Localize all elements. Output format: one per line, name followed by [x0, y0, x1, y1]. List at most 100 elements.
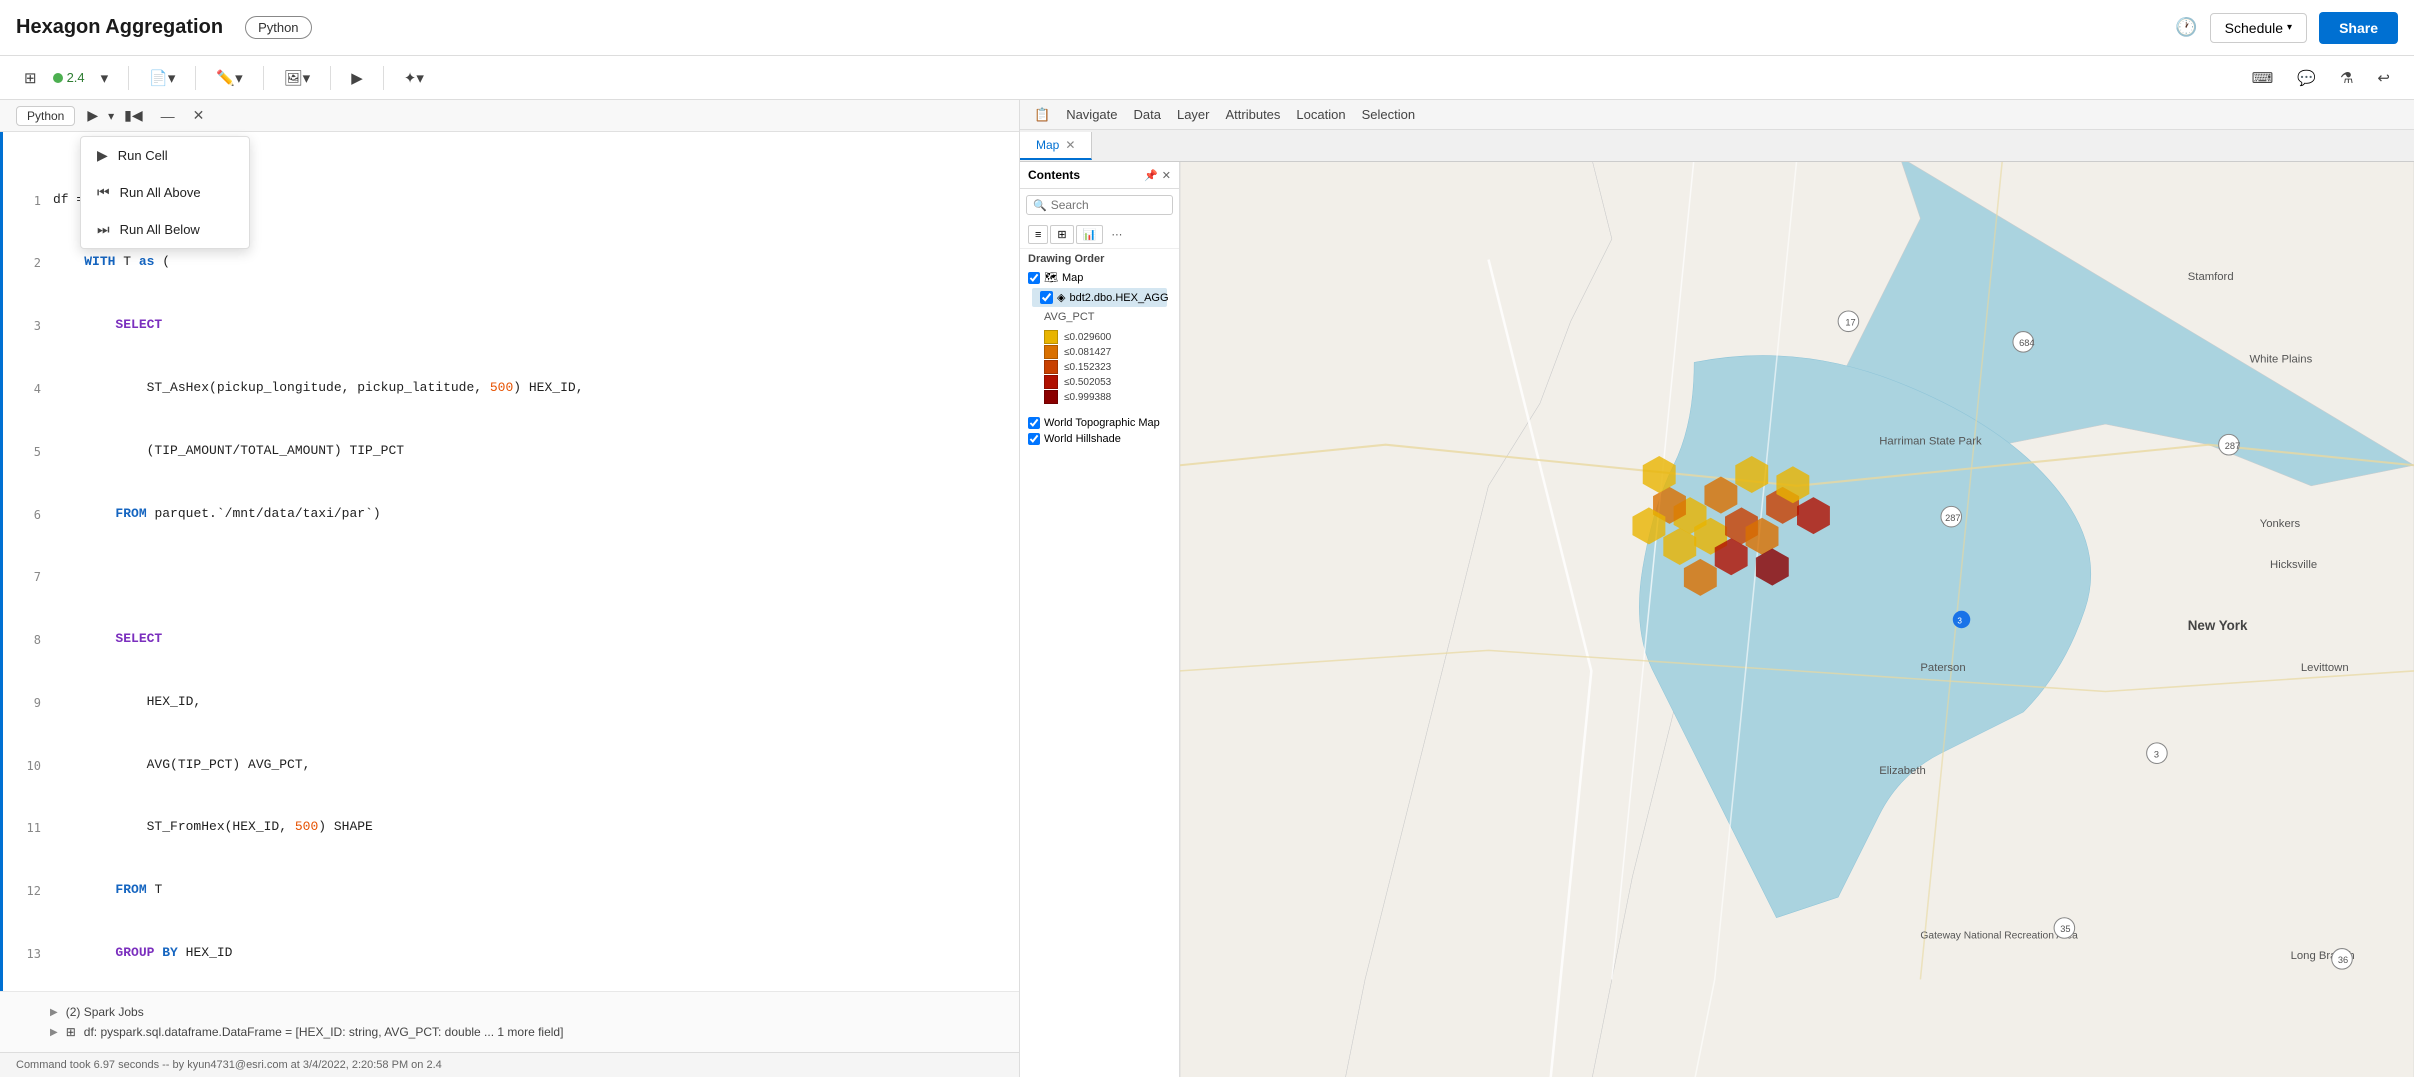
svg-text:287: 287 — [2225, 441, 2240, 451]
world-topo-label: World Topographic Map — [1044, 417, 1160, 429]
world-hillshade-checkbox[interactable] — [1028, 433, 1040, 445]
world-topo-item[interactable]: World Topographic Map — [1028, 415, 1171, 431]
contents-header: Contents 📌 ✕ — [1020, 162, 1179, 189]
divider-3 — [263, 66, 264, 90]
avg-pct-label: AVG_PCT — [1028, 309, 1171, 325]
navigate-btn[interactable]: Navigate — [1060, 105, 1123, 124]
cluster-icon[interactable]: ⊞ — [16, 65, 45, 91]
table-icon: ⊞ — [66, 1025, 76, 1039]
svg-text:New York: New York — [2188, 618, 2248, 633]
run-all-btn[interactable]: ▶ — [343, 65, 371, 91]
share-button[interactable]: Share — [2319, 12, 2398, 44]
search-input[interactable] — [1051, 198, 1166, 212]
close-cell-btn[interactable]: ✕ — [187, 104, 211, 127]
divider-5 — [383, 66, 384, 90]
run-all-below-item[interactable]: ⏭ Run All Below — [81, 211, 249, 248]
schedule-chevron-icon: ▾ — [2287, 22, 2292, 33]
world-hillshade-item[interactable]: World Hillshade — [1028, 431, 1171, 447]
contents-title: Contents — [1028, 168, 1080, 182]
df-result-label: df: pyspark.sql.dataframe.DataFrame = [H… — [84, 1025, 564, 1039]
output-area: ▶ (2) Spark Jobs ▶ ⊞ df: pyspark.sql.dat… — [0, 991, 1019, 1052]
cell-toolbar: Python ▶ ▾ ▮◀ — ✕ ▶ Run Cell ⏮ Run All A… — [0, 100, 1019, 132]
close-panel-btn[interactable]: ✕ — [1162, 169, 1171, 182]
map-view[interactable]: Harriman State Park Stamford White Plain… — [1180, 162, 2414, 1077]
divider-4 — [330, 66, 331, 90]
svg-text:3: 3 — [2154, 749, 2159, 759]
svg-text:Harriman State Park: Harriman State Park — [1879, 436, 1982, 448]
status-bar: Command took 6.97 seconds -- by kyun4731… — [0, 1052, 1019, 1077]
hex-agg-label: bdt2.dbo.HEX_AGG — [1069, 292, 1168, 304]
spark-jobs-row[interactable]: ▶ (2) Spark Jobs — [50, 1002, 1003, 1022]
expand-icon-2: ▶ — [50, 1027, 58, 1038]
pin-btn[interactable]: 📌 — [1144, 169, 1158, 182]
legend-color-4 — [1044, 390, 1058, 404]
legend-item-4: ≤0.999388 — [1044, 390, 1155, 404]
more-options-btn[interactable]: ⋯ — [1105, 225, 1128, 244]
map-layer-item[interactable]: 🗺 Map — [1028, 269, 1171, 286]
map-layer-label: Map — [1062, 272, 1083, 284]
svg-text:Hicksville: Hicksville — [2270, 559, 2317, 571]
location-btn[interactable]: Location — [1290, 105, 1351, 124]
svg-text:3: 3 — [1957, 617, 1962, 626]
legend-label-0: ≤0.029600 — [1064, 332, 1111, 343]
map-tab-label: Map — [1036, 138, 1059, 152]
legend-item-0: ≤0.029600 — [1044, 330, 1155, 344]
divider-2 — [195, 66, 196, 90]
magic-btn[interactable]: ✦▾ — [396, 65, 432, 91]
hex-agg-layer-item[interactable]: ◈ bdt2.dbo.HEX_AGG — [1032, 288, 1167, 307]
minimize-btn[interactable]: — — [155, 105, 181, 127]
legend-label-3: ≤0.502053 — [1064, 377, 1111, 388]
run-cell-item[interactable]: ▶ Run Cell — [81, 137, 249, 174]
data-btn[interactable]: Data — [1128, 105, 1167, 124]
layer-btn[interactable]: Layer — [1171, 105, 1216, 124]
run-play-btn[interactable]: ▶ — [81, 104, 104, 127]
map-tab[interactable]: Map ✕ — [1020, 132, 1092, 160]
notebook-settings-btn[interactable]: 📄▾ — [141, 65, 183, 91]
chart-view-btn[interactable]: 📊 — [1076, 225, 1104, 244]
legend: ≤0.029600 ≤0.081427 ≤0.152323 ≤0.50 — [1028, 325, 1171, 409]
code-cell: 1df = (spark.sql(''' 2 WITH T as ( 3 SEL… — [0, 132, 1019, 991]
svg-text:36: 36 — [2338, 955, 2348, 965]
copy-path-btn[interactable]: 📋 — [1028, 105, 1056, 125]
top-bar: Hexagon Aggregation Python 🕐 Schedule ▾ … — [0, 0, 2414, 56]
legend-color-1 — [1044, 345, 1058, 359]
svg-text:Stamford: Stamford — [2188, 271, 2234, 283]
drawing-order-title: Drawing Order — [1028, 253, 1171, 265]
main-content: ‹ Python ▶ ▾ ▮◀ — ✕ ▶ Run Cell ⏮ Run All… — [0, 100, 2414, 1077]
list-view-btn[interactable]: ≡ — [1028, 225, 1048, 244]
hex-agg-checkbox[interactable] — [1040, 291, 1053, 304]
language-badge: Python — [245, 16, 311, 39]
map-svg: Harriman State Park Stamford White Plain… — [1180, 162, 2414, 1077]
svg-text:White Plains: White Plains — [2249, 353, 2312, 365]
world-topo-checkbox[interactable] — [1028, 417, 1040, 429]
notebook-toolbar: ⊞ 2.4 ▾ 📄▾ ✏️▾ 🖼▾ ▶ ✦▾ ⌨ 💬 ⚗ ↩ — [0, 56, 2414, 100]
legend-item-1: ≤0.081427 — [1044, 345, 1155, 359]
panel-tabs: Map ✕ — [1020, 130, 2414, 162]
svg-text:Yonkers: Yonkers — [2260, 518, 2301, 530]
run-dropdown-btn[interactable]: ▾ — [104, 106, 118, 126]
svg-text:Paterson: Paterson — [1920, 662, 1965, 674]
map-layer-checkbox[interactable] — [1028, 272, 1040, 284]
keyboard-btn[interactable]: ⌨ — [2244, 65, 2282, 91]
clock-icon[interactable]: 🕐 — [2175, 17, 2197, 38]
df-result-row[interactable]: ▶ ⊞ df: pyspark.sql.dataframe.DataFrame … — [50, 1022, 1003, 1042]
gis-top-toolbar: 📋 Navigate Data Layer Attributes Locatio… — [1020, 100, 2414, 130]
map-tab-close-icon[interactable]: ✕ — [1065, 138, 1075, 152]
grid-view-btn[interactable]: ⊞ — [1050, 225, 1073, 244]
run-all-above-item[interactable]: ⏮ Run All Above — [81, 174, 249, 211]
history-btn[interactable]: ↩ — [2369, 65, 2398, 91]
selection-btn[interactable]: Selection — [1356, 105, 1421, 124]
chat-btn[interactable]: 💬 — [2289, 65, 2324, 91]
cluster-dropdown-btn[interactable]: ▾ — [93, 65, 117, 91]
schedule-button[interactable]: Schedule ▾ — [2210, 13, 2307, 43]
experiment-btn[interactable]: ⚗ — [2332, 65, 2361, 91]
attributes-btn[interactable]: Attributes — [1220, 105, 1287, 124]
image-btn[interactable]: 🖼▾ — [276, 65, 319, 91]
world-hillshade-label: World Hillshade — [1044, 433, 1121, 445]
cluster-status-dot — [53, 73, 63, 83]
cell-code-block[interactable]: 1df = (spark.sql(''' 2 WITH T as ( 3 SEL… — [3, 140, 1019, 991]
legend-item-2: ≤0.152323 — [1044, 360, 1155, 374]
edit-btn[interactable]: ✏️▾ — [208, 65, 250, 91]
run-step-btn[interactable]: ▮◀ — [118, 104, 148, 127]
cell-container: 1df = (spark.sql(''' 2 WITH T as ( 3 SEL… — [0, 132, 1019, 991]
